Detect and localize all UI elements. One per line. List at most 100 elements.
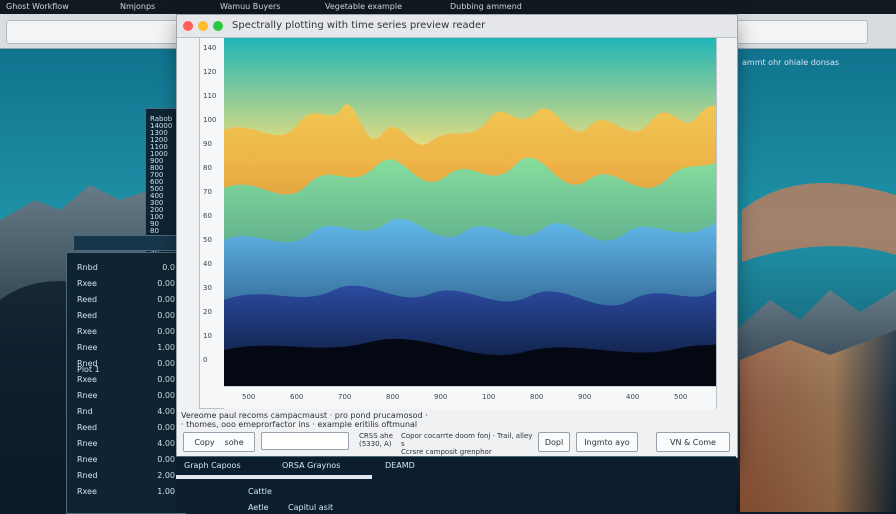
- left-panel-key: Rnee: [77, 439, 98, 448]
- ok-button[interactable]: VN & Come: [656, 432, 730, 452]
- bottom-panel: Graph Capoos ORSA Graynos DEAMD Cattle A…: [176, 456, 736, 513]
- bottom-right-label: DEAMD: [385, 461, 415, 470]
- y-axis-tick: 40: [203, 260, 212, 268]
- left-panel-row: Rxee 0.00: [77, 375, 175, 385]
- left-panel-key: Rxee: [77, 279, 97, 288]
- y-axis-tick: 80: [203, 164, 212, 172]
- bottom-progress-meter: [176, 475, 372, 479]
- left-panel-row: Rned 2.00: [77, 471, 175, 481]
- left-panel-value: 4.00: [157, 407, 175, 416]
- hint-line-2: (5330, A): [359, 440, 392, 448]
- plot-window: Spectrally plotting with time series pre…: [176, 14, 738, 458]
- y-axis: 140 120 110 100 90 80 70 60 50 40 30 20 10 0: [200, 38, 225, 408]
- left-panel-value: 1.00: [157, 343, 175, 352]
- top-menubar: Ghost Workflow Nmjonps Wamuu Buyers Vege…: [0, 0, 896, 15]
- plot-caption: Vereome paul recoms campacmaust · pro po…: [181, 411, 733, 429]
- bottom-left-sub: Cattle: [248, 487, 272, 496]
- x-axis-tick: 700: [338, 393, 352, 401]
- copy-button-sub: sohe: [224, 437, 244, 447]
- y-axis-tick: 140: [203, 44, 217, 52]
- left-panel-row: Rxee 0.00: [77, 279, 175, 289]
- controls-row: Copy sohe CRSS ahe (5330, A) Copor cocar…: [181, 429, 733, 456]
- x-axis-tick: 800: [530, 393, 544, 401]
- x-axis-tick: 100: [482, 393, 496, 401]
- status-text: Copor cocarrte doom fonj · Trail, alley …: [401, 432, 537, 456]
- left-panel-row: Rnee 4.00: [77, 439, 175, 449]
- left-data-panel: Plot 1 Rnbd 0.0 Rxee 0.00 Reed 0.00 Reed 0.00 Rx…: [66, 235, 186, 514]
- left-panel-key: Rxee: [77, 327, 97, 336]
- y-axis-tick: 60: [203, 212, 212, 220]
- y-axis-tick: 90: [203, 140, 212, 148]
- left-panel-key: Rnee: [77, 343, 98, 352]
- left-panel-key: Reed: [77, 423, 98, 432]
- left-panel-key: Rxee: [77, 487, 97, 496]
- left-panel-value: 0.00: [157, 423, 175, 432]
- y-axis-tick: 100: [203, 116, 217, 124]
- left-panel-key: Rxee: [77, 375, 97, 384]
- waterfall-svg: [224, 38, 716, 386]
- status-line-1: Copor cocarrte doom fonj · Trail, alley …: [401, 432, 533, 448]
- left-panel-key: Rnbd: [77, 263, 98, 272]
- legend-button[interactable]: Ingmto ayo: [576, 432, 638, 452]
- caption-line-2: · thomes, ooo emeprorfactor ins · exampl…: [181, 420, 418, 429]
- y-axis-tick: 50: [203, 236, 212, 244]
- apply-button[interactable]: Dopl: [538, 432, 570, 452]
- bottom-left-sub-2: Aetle: [248, 503, 269, 512]
- menubar-item-5[interactable]: Dubbing ammend: [450, 2, 522, 12]
- left-panel-key: Rnd: [77, 407, 93, 416]
- close-window-button[interactable]: [183, 21, 193, 31]
- left-panel-key: Reed: [77, 295, 98, 304]
- maximize-window-button[interactable]: [213, 21, 223, 31]
- left-panel-key: Rnee: [77, 455, 98, 464]
- x-axis-tick: 900: [434, 393, 448, 401]
- left-panel-header: [73, 235, 179, 251]
- x-axis-tick: 800: [386, 393, 400, 401]
- y-axis-tick: 0: [203, 356, 208, 364]
- left-panel-row: Rxee 1.00: [77, 487, 175, 497]
- left-panel-value: 0.00: [157, 455, 175, 464]
- left-panel-value: 0.00: [157, 295, 175, 304]
- left-panel-row: Reed 0.00: [77, 295, 175, 305]
- copy-button-label: Copy: [194, 437, 215, 447]
- x-axis-tick: 900: [578, 393, 592, 401]
- caption-line-1: Vereome paul recoms campacmaust · pro po…: [181, 411, 428, 420]
- waterfall-plot: [224, 38, 716, 386]
- hint-line-1: CRSS ahe: [359, 432, 393, 440]
- left-panel-row: Rnd 4.00: [77, 407, 175, 417]
- window-title: Spectrally plotting with time series pre…: [232, 20, 486, 31]
- status-line-2: Ccrsre camposit grenphor: [401, 448, 492, 456]
- left-panel-row: Rnee 1.00: [77, 343, 175, 353]
- y-axis-tick: 120: [203, 68, 217, 76]
- left-panel-value: 4.00: [157, 439, 175, 448]
- x-axis-tick: 600: [290, 393, 304, 401]
- right-panel-label: ammt ohr ohiale donsas: [742, 58, 840, 67]
- menubar-item-1[interactable]: Ghost Workflow: [6, 2, 69, 12]
- hint: CRSS ahe (5330, A): [359, 432, 395, 448]
- desktop-background: Ghost Workflow Nmjonps Wamuu Buyers Vege…: [0, 0, 896, 514]
- left-panel-key: Reed: [77, 311, 98, 320]
- window-titlebar: Spectrally plotting with time series pre…: [177, 15, 737, 38]
- copy-button[interactable]: Copy sohe: [183, 432, 255, 452]
- menubar-item-3[interactable]: Wamuu Buyers: [220, 2, 280, 12]
- left-panel-value: 0.00: [157, 311, 175, 320]
- left-panel-key: Rned: [77, 359, 98, 368]
- minimize-window-button[interactable]: [198, 21, 208, 31]
- left-panel-value: 1.00: [157, 487, 175, 496]
- left-panel-value: 0.00: [157, 359, 175, 368]
- y-axis-tick: 70: [203, 188, 212, 196]
- left-panel-row: Reed 0.00: [77, 311, 175, 321]
- left-panel-row: Rnee 0.00: [77, 455, 175, 465]
- left-panel-row: Rnee 0.00: [77, 391, 175, 401]
- left-panel-row: Rxee 0.00: [77, 327, 175, 337]
- menubar-item-4[interactable]: Vegetable example: [325, 2, 402, 12]
- y-axis-tick: 110: [203, 92, 217, 100]
- y-axis-tick: 10: [203, 332, 212, 340]
- left-panel-value: 0.00: [157, 327, 175, 336]
- menubar-item-2[interactable]: Nmjonps: [120, 2, 155, 12]
- bottom-mid-label: ORSA Graynos: [282, 461, 341, 470]
- x-axis: 500 600 700 800 900 100 800 900 400 500: [224, 386, 716, 409]
- left-panel-value: 0.00: [157, 279, 175, 288]
- left-panel-value: 0.00: [157, 375, 175, 384]
- value-input[interactable]: [261, 432, 349, 450]
- y-axis-tick: 30: [203, 284, 212, 292]
